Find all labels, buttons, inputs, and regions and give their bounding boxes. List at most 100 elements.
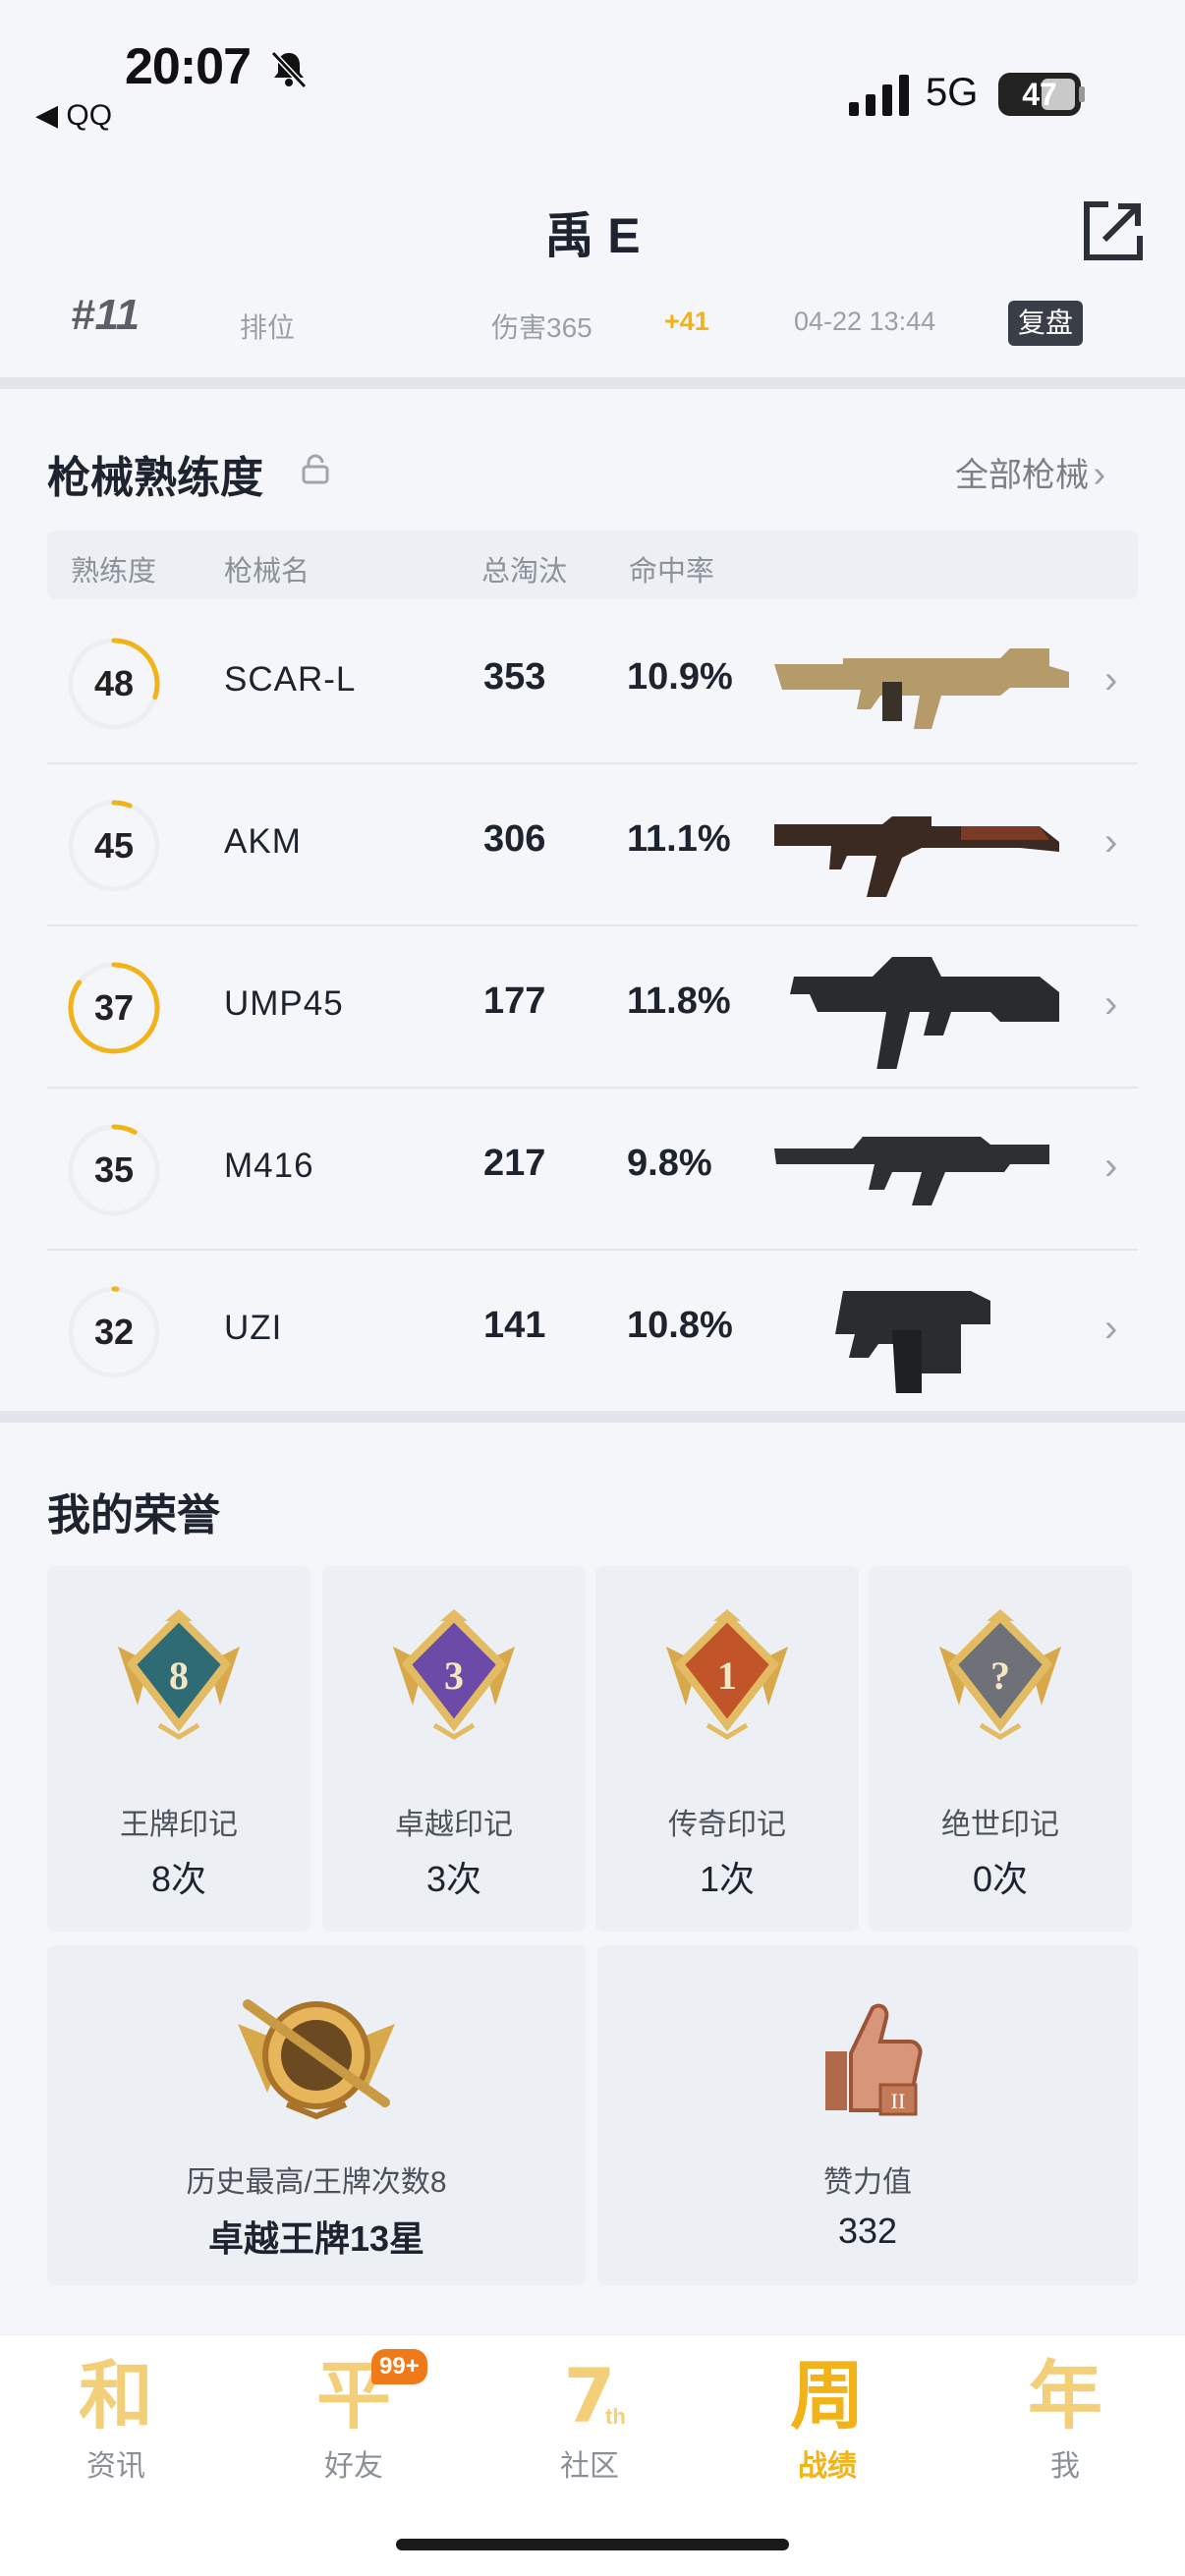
mastery-ring: 37 xyxy=(67,961,161,1055)
honor-mark-count: 3次 xyxy=(425,1859,482,1899)
mastery-ring: 48 xyxy=(67,637,161,731)
mastery-level: 45 xyxy=(93,825,135,866)
weapon-kills: 217 xyxy=(483,1143,546,1184)
honor-mark-name: 绝世印记 xyxy=(941,1809,1059,1841)
match-datetime: 04-22 13:44 xyxy=(794,307,936,336)
weapon-image-icon xyxy=(790,957,1059,1069)
weapon-kills: 141 xyxy=(483,1305,546,1346)
nav-sup-text: th xyxy=(605,2404,626,2429)
weapon-accuracy: 10.8% xyxy=(627,1305,733,1346)
weapon-section-title: 枪械熟练度 xyxy=(47,454,263,502)
weapon-image-icon xyxy=(774,648,1069,729)
network-type: 5G xyxy=(926,71,979,114)
weapon-image-icon xyxy=(774,816,1059,897)
mastery-level: 32 xyxy=(93,1312,135,1352)
weapon-kills: 306 xyxy=(483,818,546,860)
weapon-kills: 177 xyxy=(483,980,546,1022)
mastery-ring: 32 xyxy=(67,1285,161,1379)
honor-mark-card[interactable]: 8 王牌印记 8次 xyxy=(47,1566,310,1932)
chevron-right-icon: › xyxy=(1104,1145,1118,1188)
section-divider xyxy=(0,1411,1185,1423)
mastery-ring: 35 xyxy=(67,1123,161,1217)
svg-text:II: II xyxy=(891,2089,906,2113)
nav-item[interactable]: 周战绩 xyxy=(729,2335,926,2484)
chevron-right-icon: › xyxy=(1104,1307,1118,1350)
honor-badge-number: 8 xyxy=(169,1653,189,1698)
honor-mark-count: 1次 xyxy=(699,1859,756,1899)
weapon-name: UMP45 xyxy=(224,984,344,1023)
mastery-level: 48 xyxy=(93,663,135,703)
weapon-accuracy: 10.9% xyxy=(627,656,733,698)
honor-mark-name: 卓越印记 xyxy=(395,1809,513,1841)
col-accuracy: 命中率 xyxy=(629,556,715,588)
weapon-row[interactable]: 48 SCAR-L 353 10.9% › xyxy=(47,603,1138,764)
battery-level: 47 xyxy=(1022,77,1057,112)
weapon-name: M416 xyxy=(224,1147,314,1185)
notification-badge: 99+ xyxy=(371,2349,427,2384)
mastery-ring: 45 xyxy=(67,799,161,893)
weapon-table-header: 熟练度 枪械名 总淘汰 命中率 xyxy=(47,531,1138,599)
weapon-row[interactable]: 35 M416 217 9.8% › xyxy=(47,1090,1138,1251)
honor-mark-name: 传奇印记 xyxy=(668,1809,786,1841)
honor-badge-number: 1 xyxy=(717,1653,737,1698)
weapon-kills: 353 xyxy=(483,656,546,698)
last-match-row[interactable]: #11 排位 伤害365 +41 04-22 13:44 复盘 xyxy=(0,285,1185,364)
best-rank-card[interactable]: 历史最高/王牌次数8 卓越王牌13星 xyxy=(47,1945,586,2285)
honor-mark-card[interactable]: 3 卓越印记 3次 xyxy=(322,1566,586,1932)
share-icon[interactable] xyxy=(1081,198,1146,263)
section-divider xyxy=(0,377,1185,389)
weapon-accuracy: 11.1% xyxy=(627,818,731,860)
nav-label: 社区 xyxy=(560,2450,619,2483)
lock-icon[interactable] xyxy=(301,454,330,485)
nav-glyph-icon: 周 xyxy=(790,2352,865,2439)
nav-glyph-icon: 和 xyxy=(79,2352,153,2439)
chevron-right-icon: › xyxy=(1104,982,1118,1026)
bell-muted-icon xyxy=(270,50,308,89)
weapon-image-icon xyxy=(835,1291,990,1393)
best-rank-label: 历史最高/王牌次数8 xyxy=(186,2166,447,2199)
honor-mark-count: 8次 xyxy=(150,1859,207,1899)
nav-item[interactable]: 年我 xyxy=(967,2335,1163,2484)
back-to-qq[interactable]: ◀ QQ xyxy=(35,98,112,133)
col-name: 枪械名 xyxy=(224,556,310,588)
weapon-row[interactable]: 37 UMP45 177 11.8% › xyxy=(47,927,1138,1089)
weapon-accuracy: 11.8% xyxy=(627,980,731,1022)
honor-mark-card[interactable]: 1 传奇印记 1次 xyxy=(595,1566,859,1932)
nav-label: 好友 xyxy=(324,2450,383,2483)
honor-badge-number: 3 xyxy=(444,1653,464,1698)
weapon-name: SCAR-L xyxy=(224,660,357,699)
match-damage: 伤害365 xyxy=(491,312,592,343)
likes-value: 332 xyxy=(837,2211,898,2251)
nav-label: 我 xyxy=(1050,2450,1080,2483)
honor-mark-card[interactable]: ? 绝世印记 0次 xyxy=(869,1566,1132,1932)
likes-label: 赞力值 xyxy=(823,2166,912,2199)
all-weapons-label: 全部枪械 xyxy=(955,457,1089,494)
nav-glyph-icon: 年 xyxy=(1028,2352,1102,2439)
nav-item[interactable]: 7th 社区 xyxy=(491,2335,688,2484)
weapon-name: AKM xyxy=(224,822,302,861)
status-time: 20:07 xyxy=(125,38,252,95)
chevron-right-icon: › xyxy=(1104,658,1118,701)
battery-icon: 47 xyxy=(998,73,1081,116)
honor-mark-name: 王牌印记 xyxy=(120,1809,238,1841)
replay-button[interactable]: 复盘 xyxy=(1008,301,1084,346)
nav-item[interactable]: 和资讯 xyxy=(18,2335,214,2484)
likes-card[interactable]: II 赞力值 332 xyxy=(597,1945,1138,2285)
mastery-level: 37 xyxy=(93,987,135,1028)
match-rank: #11 xyxy=(71,291,141,339)
weapon-row[interactable]: 45 AKM 306 11.1% › xyxy=(47,765,1138,926)
thumbs-up-icon: II xyxy=(825,2003,923,2116)
nav-label: 资讯 xyxy=(86,2450,145,2483)
best-rank-value: 卓越王牌13星 xyxy=(207,2218,425,2259)
honor-badge-number: ? xyxy=(990,1653,1010,1698)
best-rank-badge-icon xyxy=(238,1999,395,2120)
nav-label: 战绩 xyxy=(798,2450,857,2483)
col-kills: 总淘汰 xyxy=(481,556,568,588)
all-weapons-link[interactable]: 全部枪械 › xyxy=(955,448,1105,496)
nav-item[interactable]: 平 99+ 好友 xyxy=(255,2335,452,2483)
honor-section-title: 我的荣誉 xyxy=(47,1491,220,1540)
weapon-row[interactable]: 32 UZI 141 10.8% › xyxy=(47,1252,1138,1413)
weapon-image-icon xyxy=(774,1137,1049,1205)
home-indicator xyxy=(396,2539,789,2550)
chevron-right-icon: › xyxy=(1104,820,1118,864)
